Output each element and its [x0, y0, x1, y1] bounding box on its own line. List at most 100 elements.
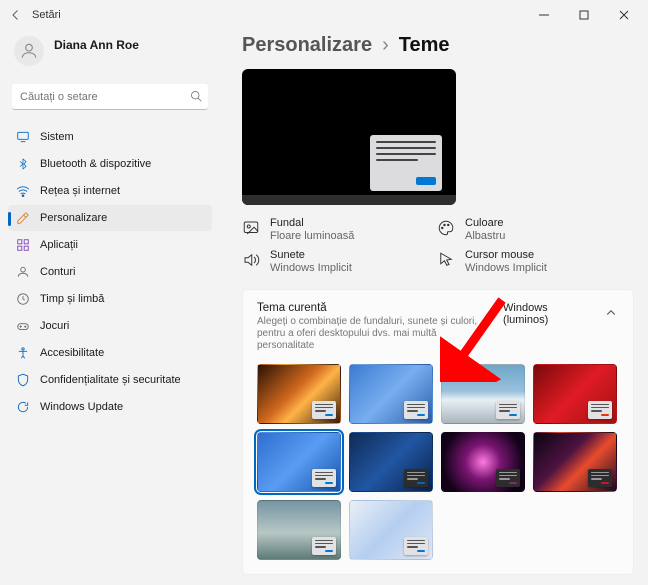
nav-list: Sistem Bluetooth & dispozitive Rețea și in… [8, 124, 212, 420]
breadcrumb: Personalizare › Teme [242, 30, 634, 69]
tile-preview-window [496, 401, 520, 419]
gaming-icon [16, 319, 30, 333]
window-controls [524, 0, 644, 30]
prop-color[interactable]: CuloareAlbastru [437, 217, 602, 243]
search-input[interactable] [12, 84, 208, 110]
sidebar-item-accessibility[interactable]: Accesibilitate [8, 340, 212, 366]
tile-preview-window [312, 401, 336, 419]
sidebar-item-label: Sistem [40, 131, 74, 143]
sidebar-item-privacy[interactable]: Confidențialitate și securitate [8, 367, 212, 393]
main-area: Personalizare › Teme FundalFloare lumino… [220, 30, 648, 585]
sidebar-item-label: Windows Update [40, 401, 123, 413]
tile-preview-window [404, 537, 428, 555]
back-button[interactable] [4, 3, 28, 27]
sidebar: Diana Ann Roe Sistem Bluetooth & dispozit… [0, 30, 220, 585]
prop-background[interactable]: FundalFloare luminoasă [242, 217, 407, 243]
sidebar-item-system[interactable]: Sistem [8, 124, 212, 150]
breadcrumb-parent[interactable]: Personalizare [242, 34, 372, 57]
prop-label: Culoare [465, 217, 505, 230]
tile-preview-window [312, 537, 336, 555]
close-button[interactable] [604, 0, 644, 30]
preview-window [370, 135, 442, 191]
preview-taskbar [242, 195, 456, 205]
theme-tile-winter[interactable] [441, 364, 525, 424]
title-bar: Setări [0, 0, 648, 30]
tile-preview-window [496, 469, 520, 487]
tile-preview-window [404, 469, 428, 487]
profile-name: Diana Ann Roe [54, 38, 139, 52]
sidebar-item-gaming[interactable]: Jocuri [8, 313, 212, 339]
search-box [12, 84, 208, 110]
theme-preview [242, 69, 456, 205]
speaker-icon [242, 251, 260, 269]
sidebar-item-label: Rețea și internet [40, 185, 120, 197]
sidebar-item-label: Timp și limbă [40, 293, 104, 305]
theme-tile-windows-dark[interactable] [349, 432, 433, 492]
theme-tile-glow[interactable] [441, 432, 525, 492]
tile-preview-window [312, 469, 336, 487]
avatar-icon [14, 36, 44, 66]
chevron-right-icon: › [382, 34, 389, 57]
prop-label: Sunete [270, 249, 352, 262]
prop-value: Windows Implicit [270, 262, 352, 275]
theme-tile-bloom-blue[interactable] [349, 364, 433, 424]
theme-properties: FundalFloare luminoasă CuloareAlbastru S… [242, 217, 622, 275]
sidebar-item-time[interactable]: Timp și limbă [8, 286, 212, 312]
sidebar-item-label: Personalizare [40, 212, 107, 224]
sidebar-item-label: Jocuri [40, 320, 69, 332]
time-icon [16, 292, 30, 306]
current-theme-name: Windows (luminos) [503, 302, 595, 326]
apps-icon [16, 238, 30, 252]
theme-tile-flow[interactable] [349, 500, 433, 560]
sidebar-item-label: Bluetooth & dispozitive [40, 158, 151, 170]
prop-label: Cursor mouse [465, 249, 547, 262]
theme-grid [257, 364, 619, 560]
tile-preview-window [588, 469, 612, 487]
profile-subtitle [54, 52, 139, 64]
tile-preview-window [588, 401, 612, 419]
theme-tile-landscape[interactable] [257, 500, 341, 560]
cursor-icon [437, 251, 455, 269]
accounts-icon [16, 265, 30, 279]
prop-value: Albastru [465, 230, 505, 243]
update-icon [16, 400, 30, 414]
breadcrumb-leaf: Teme [399, 34, 450, 57]
current-theme-card: Tema curentă Alegeți o combinație de fun… [242, 289, 634, 575]
prop-sounds[interactable]: SuneteWindows Implicit [242, 249, 407, 275]
sidebar-item-label: Confidențialitate și securitate [40, 374, 181, 386]
system-icon [16, 130, 30, 144]
sidebar-item-personalize[interactable]: Personalizare [8, 205, 212, 231]
card-subtitle: Alegeți o combinație de fundaluri, sunet… [257, 316, 495, 352]
tile-preview-window [404, 401, 428, 419]
theme-tile-captured[interactable] [533, 432, 617, 492]
theme-tile-santa-red[interactable] [533, 364, 617, 424]
sidebar-item-label: Conturi [40, 266, 75, 278]
sidebar-item-network[interactable]: Rețea și internet [8, 178, 212, 204]
sidebar-item-label: Accesibilitate [40, 347, 104, 359]
theme-tile-fireplace[interactable] [257, 364, 341, 424]
minimize-button[interactable] [524, 0, 564, 30]
sidebar-item-accounts[interactable]: Conturi [8, 259, 212, 285]
privacy-icon [16, 373, 30, 387]
palette-icon [437, 219, 455, 237]
bluetooth-icon [16, 157, 30, 171]
sidebar-item-update[interactable]: Windows Update [8, 394, 212, 420]
card-title: Tema curentă [257, 302, 495, 314]
maximize-button[interactable] [564, 0, 604, 30]
network-icon [16, 184, 30, 198]
sidebar-item-apps[interactable]: Aplicații [8, 232, 212, 258]
search-icon [190, 90, 202, 105]
picture-icon [242, 219, 260, 237]
current-theme-toggle[interactable]: Windows (luminos) [503, 302, 619, 326]
sidebar-item-label: Aplicații [40, 239, 78, 251]
chevron-up-icon [605, 307, 619, 321]
prop-value: Windows Implicit [465, 262, 547, 275]
sidebar-item-bluetooth[interactable]: Bluetooth & dispozitive [8, 151, 212, 177]
prop-cursor[interactable]: Cursor mouseWindows Implicit [437, 249, 602, 275]
profile-block[interactable]: Diana Ann Roe [8, 34, 212, 74]
app-title: Setări [32, 9, 61, 21]
prop-value: Floare luminoasă [270, 230, 354, 243]
prop-label: Fundal [270, 217, 354, 230]
accessibility-icon [16, 346, 30, 360]
theme-tile-windows-light[interactable] [257, 432, 341, 492]
